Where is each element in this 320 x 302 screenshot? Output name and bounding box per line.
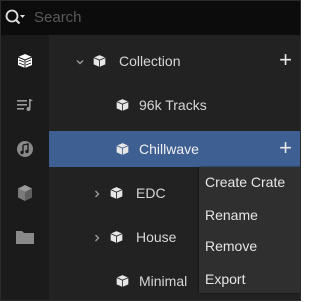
sidebar-item-folders[interactable]: [1, 219, 49, 255]
menu-item-remove[interactable]: Remove: [205, 238, 257, 254]
crate-icon: [109, 229, 124, 245]
menu-item-rename[interactable]: Rename: [205, 207, 258, 223]
tree-item-label: Chillwave: [139, 141, 199, 157]
crate-icon: [115, 273, 130, 289]
sidebar-item-crates[interactable]: [1, 43, 49, 79]
crate-icon: [115, 141, 130, 157]
search-bar[interactable]: Search: [1, 1, 300, 35]
tree-item-collection[interactable]: Collection +: [49, 43, 300, 79]
chevron-right-icon[interactable]: [91, 187, 103, 199]
crate-browser-panel: Search Collection + 96k Tracks Chillwave…: [0, 0, 301, 301]
folder-icon: [15, 229, 35, 245]
context-menu: Create Crate Rename Remove Export: [199, 167, 300, 293]
crate-icon: [92, 53, 107, 69]
menu-item-export[interactable]: Export: [205, 271, 245, 287]
crate-icon: [115, 97, 130, 113]
sidebar-item-itunes[interactable]: [1, 131, 49, 167]
tree-item-label: Minimal: [139, 273, 188, 289]
tree-item-label: House: [136, 229, 177, 245]
crate-icon: [16, 52, 34, 70]
playlist-icon: [16, 97, 34, 113]
sidebar-item-packages[interactable]: [1, 175, 49, 211]
tree-item-label: Collection: [119, 53, 181, 69]
sidebar-icon-bar: [1, 35, 49, 300]
tree-item-label: 96k Tracks: [139, 97, 207, 113]
box-icon: [17, 184, 33, 202]
tree-item-chillwave[interactable]: Chillwave +: [49, 131, 300, 167]
music-disc-icon: [16, 140, 34, 158]
chevron-right-icon[interactable]: [91, 231, 103, 243]
tree-item-96k-tracks[interactable]: 96k Tracks: [49, 87, 300, 123]
search-input[interactable]: Search: [34, 9, 82, 26]
tree-item-label: EDC: [136, 185, 166, 201]
add-crate-button[interactable]: +: [279, 49, 292, 71]
chevron-down-icon[interactable]: [74, 55, 86, 67]
search-icon[interactable]: [4, 7, 26, 29]
menu-item-create-crate[interactable]: Create Crate: [205, 174, 285, 190]
sidebar-item-playlists[interactable]: [1, 87, 49, 123]
add-crate-button[interactable]: +: [279, 137, 292, 159]
crate-icon: [109, 185, 124, 201]
